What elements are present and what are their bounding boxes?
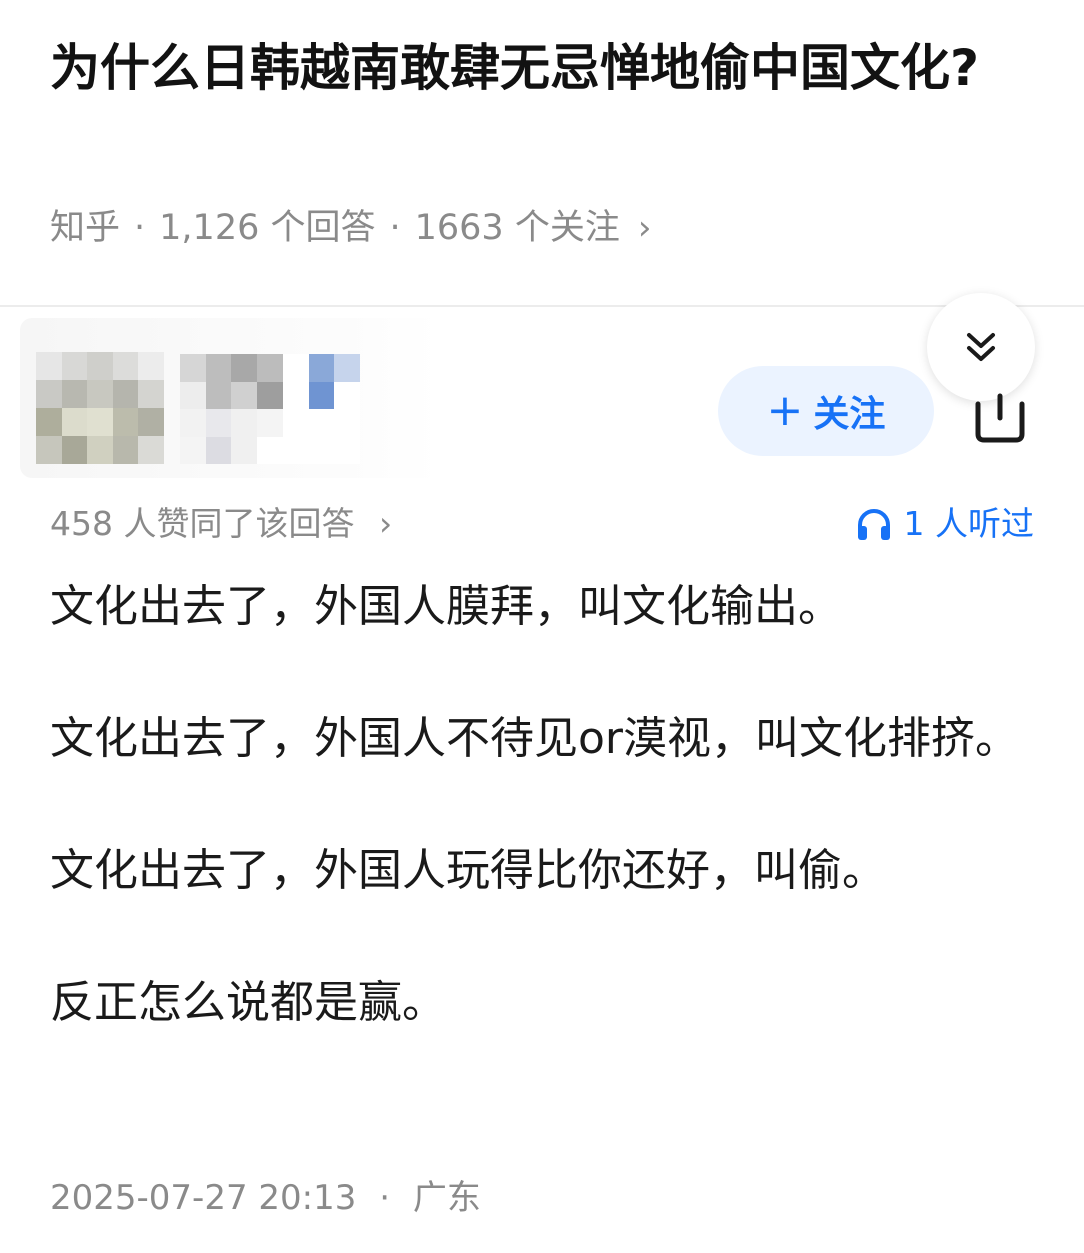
votes-summary[interactable]: 458 人赞同了该回答 › <box>50 500 392 548</box>
follow-label: 关注 <box>813 394 886 435</box>
answer-location: 广东 <box>412 1178 481 1218</box>
collapse-button[interactable] <box>927 293 1035 401</box>
meta-separator: · <box>389 208 401 248</box>
answer-paragraph: 文化出去了，外国人膜拜，叫文化输出。 <box>50 581 842 632</box>
divider <box>0 305 1084 307</box>
share-icon[interactable] <box>970 390 1030 446</box>
answer-paragraph: 反正怎么说都是赢。 <box>50 977 446 1028</box>
plus-icon: + <box>766 385 804 436</box>
meta-separator: · <box>134 208 146 248</box>
chevron-right-icon: › <box>378 504 393 543</box>
author-avatar[interactable] <box>36 352 164 464</box>
listened-text: 1 人听过 <box>903 504 1035 543</box>
author-name-pixelated[interactable] <box>180 354 360 464</box>
headphones-icon <box>857 509 890 540</box>
meta-separator: · <box>379 1178 391 1218</box>
answers-count: 1,126 个回答 <box>159 208 376 248</box>
question-meta[interactable]: 知乎 · 1,126 个回答 · 1663 个关注 › <box>50 203 651 253</box>
answer-paragraph: 文化出去了，外国人玩得比你还好，叫偷。 <box>50 845 886 896</box>
answer-footer-meta: 2025-07-27 20:13 · 广东 <box>50 1172 481 1224</box>
answer-paragraph: 文化出去了，外国人不待见or漠视，叫文化排挤。 <box>50 713 1020 764</box>
source-label: 知乎 <box>50 208 121 248</box>
listened-indicator[interactable]: 1 人听过 <box>856 500 1035 548</box>
double-chevron-down-icon <box>967 333 995 361</box>
answer-page: 为什么日韩越南敢肆无忌惮地偷中国文化? 知乎 · 1,126 个回答 · 166… <box>0 0 1084 1253</box>
followers-count: 1663 个关注 <box>414 208 620 248</box>
question-title[interactable]: 为什么日韩越南敢肆无忌惮地偷中国文化? <box>50 30 1040 106</box>
follow-button[interactable]: + 关注 <box>718 366 934 456</box>
chevron-right-icon: › <box>637 208 652 248</box>
votes-text: 458 人赞同了该回答 <box>50 504 355 543</box>
answer-datetime: 2025-07-27 20:13 <box>50 1178 357 1218</box>
answer-content: 文化出去了，外国人膜拜，叫文化输出。 文化出去了，外国人不待见or漠视，叫文化排… <box>50 572 1040 1100</box>
